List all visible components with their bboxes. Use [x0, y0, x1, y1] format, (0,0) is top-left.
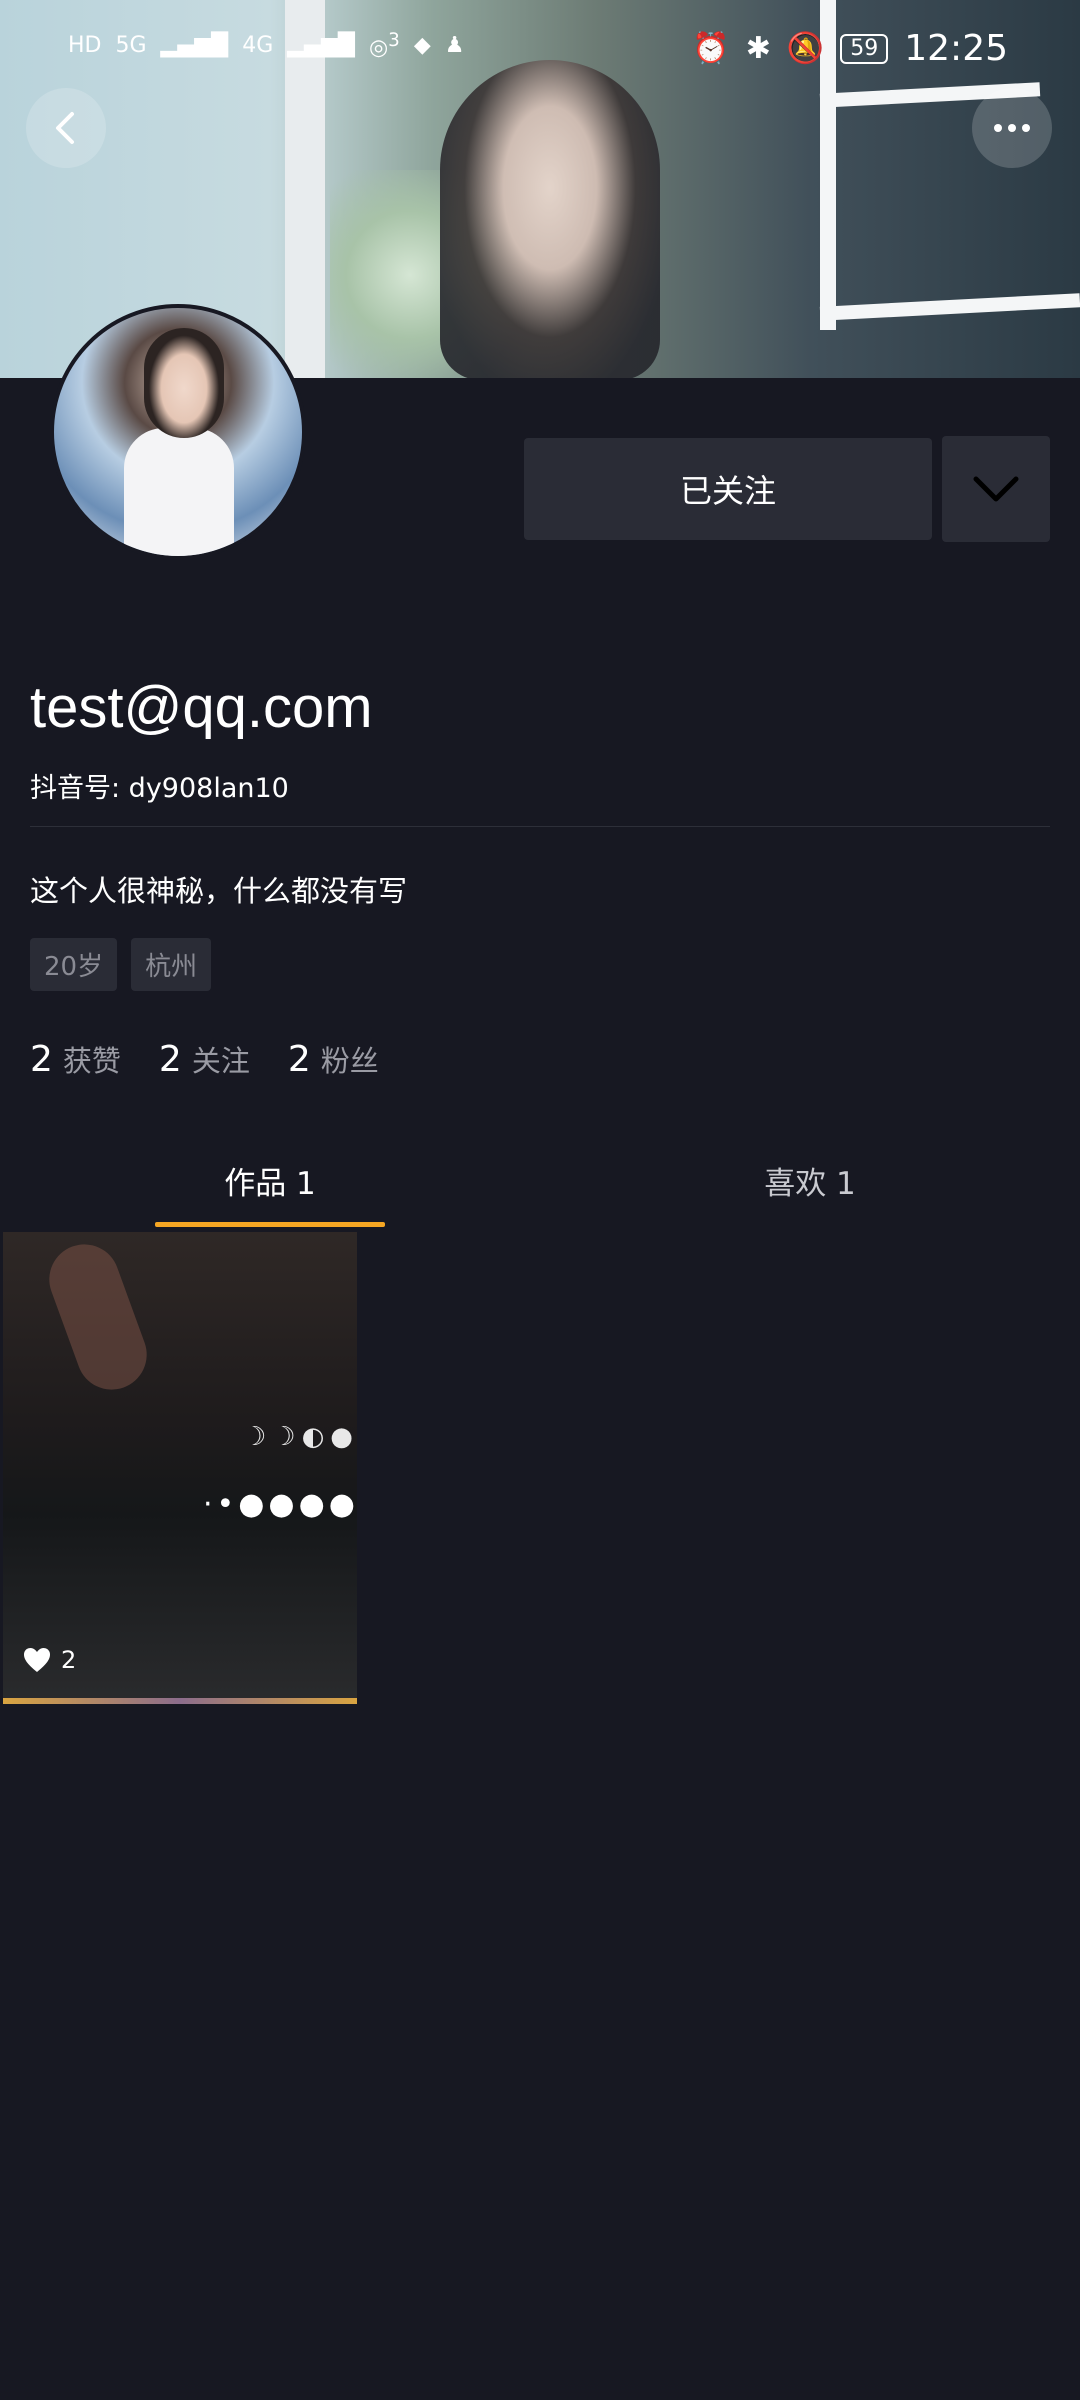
stat-followers-count: 2 — [287, 1039, 311, 1080]
status-left: HD 5G ▂▄▆█ 4G ▂▄▆█ ◎3 ◆ ♟ — [68, 30, 464, 60]
stat-following-label: 关注 — [191, 1044, 250, 1078]
avatar[interactable] — [50, 304, 306, 560]
qq-icon: ♟ — [444, 32, 465, 58]
chevron-down-icon — [973, 476, 1019, 502]
signal-5g-icon: 5G — [115, 32, 147, 58]
douyin-id: 抖音号: dy908lan10 — [30, 773, 289, 804]
video-bottom-stripe — [3, 1698, 357, 1704]
moon-phases-graphic: ☽☽◐● — [243, 1422, 357, 1452]
heart-icon — [24, 1648, 50, 1672]
stat-likes-received-label: 获赞 — [62, 1044, 121, 1078]
alarm-icon: ⏰ — [692, 31, 730, 66]
stat-following-count: 2 — [158, 1039, 182, 1080]
cover-window-bar-lower — [819, 293, 1080, 321]
username: test@qq.com — [30, 675, 373, 740]
battery-icon: 59 — [840, 33, 889, 64]
stat-likes-received[interactable]: 2 获赞 — [30, 1038, 121, 1080]
app-notification-icon: ◆ — [413, 32, 431, 58]
mute-bell-icon: 🔕 — [786, 31, 825, 66]
tab-works[interactable]: 作品 1 — [0, 1130, 540, 1230]
location-tag: 杭州 — [131, 938, 212, 991]
hotspot-icon: ◎3 — [368, 30, 400, 61]
video-likes: 2 — [23, 1646, 76, 1674]
video-thumbnail[interactable]: ☽☽◐● ·•●●●● 2 — [3, 1232, 357, 1704]
status-bar: HD 5G ▂▄▆█ 4G ▂▄▆█ ◎3 ◆ ♟ ⏰ ✱ 🔕 59 12:25 — [0, 0, 1080, 100]
divider — [30, 826, 1050, 827]
video-blur-shape — [39, 1234, 157, 1400]
cover-person — [440, 60, 660, 378]
avatar-figure-head — [144, 328, 224, 438]
more-dots-icon — [994, 124, 1030, 132]
bluetooth-icon: ✱ — [745, 31, 771, 66]
profile-tags: 20岁 杭州 — [30, 938, 212, 991]
status-time: 12:25 — [904, 28, 1008, 69]
chevron-left-icon — [56, 112, 74, 144]
stat-followers[interactable]: 2 粉丝 — [288, 1038, 379, 1080]
tab-likes[interactable]: 喜欢 1 — [540, 1130, 1080, 1230]
profile-stats: 2 获赞 2 关注 2 粉丝 — [30, 1038, 379, 1080]
hd-icon: HD — [68, 32, 102, 58]
signal-bars-icon: ▂▄▆█ — [160, 32, 229, 58]
status-right: ⏰ ✱ 🔕 59 12:25 — [692, 28, 1008, 69]
content-tabs: 作品 1 喜欢 1 — [0, 1130, 1080, 1230]
dots-graphic: ·•●●●● — [203, 1487, 357, 1522]
signal-4g-icon: 4G — [242, 32, 274, 58]
avatar-figure-dress — [124, 428, 234, 556]
age-tag: 20岁 — [30, 938, 118, 991]
active-tab-indicator — [155, 1222, 385, 1227]
signal-bars-icon: ▂▄▆█ — [287, 32, 355, 58]
bio: 这个人很神秘，什么都没有写 — [30, 874, 408, 908]
back-button[interactable] — [26, 88, 106, 168]
recommend-dropdown-button[interactable] — [942, 436, 1050, 542]
more-options-button[interactable] — [972, 88, 1052, 168]
hotspot-count: 3 — [388, 30, 400, 51]
stat-likes-received-count: 2 — [30, 1039, 53, 1080]
followed-button[interactable]: 已关注 — [524, 438, 932, 540]
stat-followers-label: 粉丝 — [320, 1044, 379, 1078]
video-likes-count: 2 — [61, 1646, 77, 1674]
stat-following[interactable]: 2 关注 — [159, 1038, 250, 1080]
